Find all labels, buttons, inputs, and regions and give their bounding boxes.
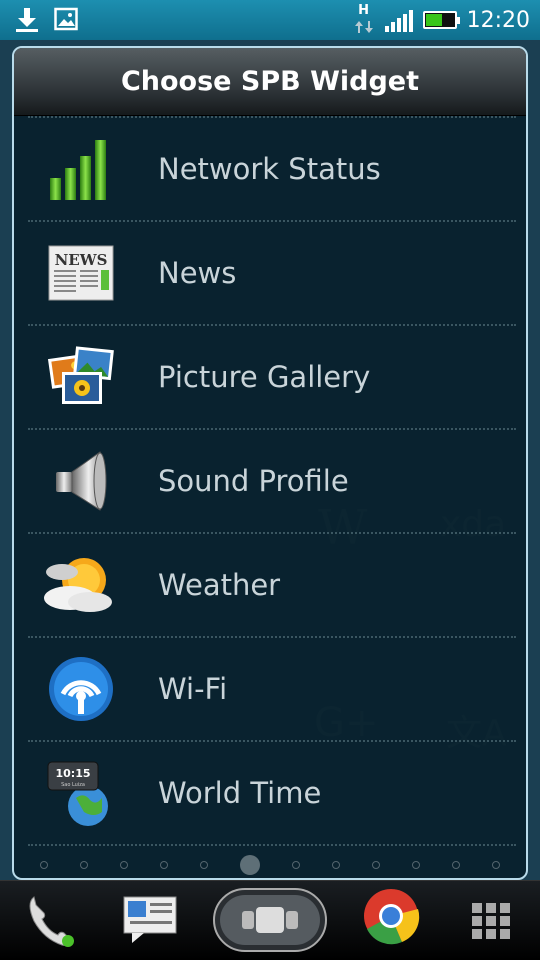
- widget-item-label: Picture Gallery: [158, 360, 371, 394]
- network-status-icon: [46, 134, 116, 204]
- widget-item-label: Network Status: [158, 152, 381, 186]
- widget-item-picture-gallery[interactable]: Picture Gallery: [28, 324, 516, 428]
- wifi-icon: [46, 654, 116, 724]
- widget-item-network-status[interactable]: Network Status: [28, 116, 516, 220]
- dialog-title: Choose SPB Widget: [14, 48, 526, 116]
- sound-profile-icon: [46, 446, 116, 516]
- image-icon: [54, 6, 78, 38]
- news-icon: NEWS: [46, 238, 116, 308]
- widget-item-wifi[interactable]: Wi-Fi: [28, 636, 516, 740]
- widget-item-label: Weather: [158, 568, 281, 602]
- widget-item-weather[interactable]: Weather: [28, 532, 516, 636]
- widget-item-sound-profile[interactable]: Sound Profile: [28, 428, 516, 532]
- widget-item-world-time[interactable]: 10:15 Sao Luiza World Time: [28, 740, 516, 844]
- widget-list: Network Status NEWS News Picture Gallery…: [14, 116, 526, 878]
- world-time-city-text: Sao Luiza: [61, 782, 85, 788]
- launcher-button[interactable]: [212, 885, 328, 959]
- svg-text:NEWS: NEWS: [55, 251, 108, 269]
- signal-icon: [384, 8, 413, 32]
- battery-icon: [422, 11, 460, 29]
- choose-widget-dialog: Choose SPB Widget Network Status NEWS Ne…: [12, 46, 528, 880]
- weather-icon: [44, 550, 116, 620]
- world-time-icon: 10:15 Sao Luiza: [46, 758, 116, 828]
- data-arrows-icon: H: [353, 4, 375, 36]
- widget-item-label: World Time: [158, 776, 322, 810]
- widget-item-label: News: [158, 256, 237, 290]
- picture-gallery-icon: [46, 342, 116, 412]
- widget-item-label: Wi-Fi: [158, 672, 228, 706]
- status-bar: H 12:20: [0, 0, 540, 40]
- download-icon: [14, 6, 40, 38]
- network-type-text: H: [358, 3, 370, 18]
- page-indicator: [14, 852, 526, 878]
- widget-item-label: Sound Profile: [158, 464, 349, 498]
- world-time-clock-text: 10:15: [55, 767, 90, 780]
- chrome-icon[interactable]: [362, 887, 420, 949]
- all-apps-icon[interactable]: [470, 901, 512, 945]
- phone-icon[interactable]: [20, 889, 80, 953]
- widget-item-news[interactable]: NEWS News: [28, 220, 516, 324]
- dock-bar: [0, 880, 540, 960]
- clock-text: 12:20: [466, 7, 530, 33]
- messages-icon[interactable]: [122, 895, 178, 949]
